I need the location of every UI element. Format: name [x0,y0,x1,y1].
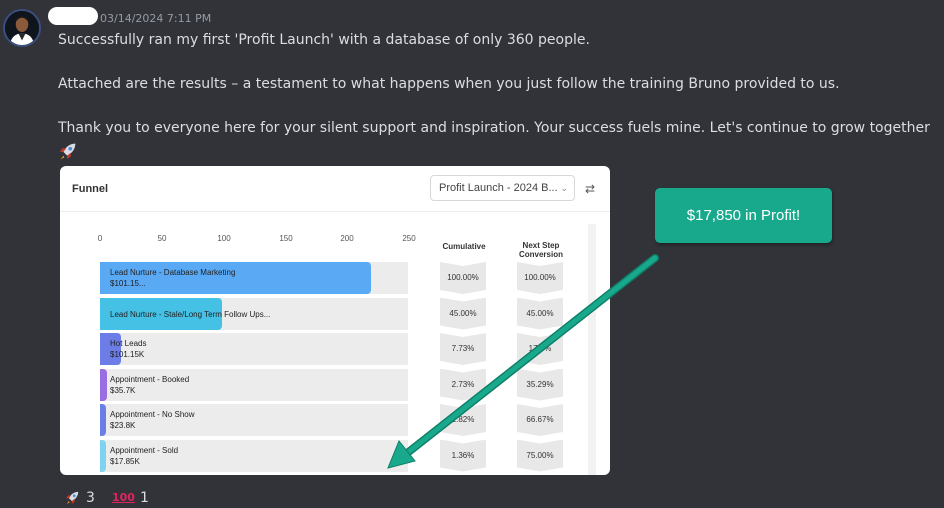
funnel-bar [100,439,106,472]
stage-name: Hot Leads [110,339,147,348]
hundred-points-icon: 100 [112,491,135,504]
stage-value: $17.85K [110,456,140,466]
message-timestamp: 03/14/2024 7:11 PM [100,12,212,25]
rocket-icon [66,491,79,504]
axis-tick: 0 [97,234,103,243]
cumulative-header: Cumulative [442,242,486,251]
reaction-rocket[interactable]: 3 [64,487,95,508]
stage-name: Appointment - Sold [110,445,179,455]
next-step-header-line: Conversion [518,250,563,259]
stage-name: Appointment - Booked [110,374,190,384]
stage-name: Appointment - No Show [110,410,195,419]
reaction-hundred[interactable]: 100 1 [112,487,149,508]
funnel-stage-label: Appointment - No Show $23.8K [110,409,195,431]
reaction-count: 3 [86,489,95,506]
scrollbar[interactable] [588,224,596,475]
funnel-select-dropdown: Profit Launch - 2024 B... ⌄ [430,175,575,201]
cumulative-cell: 7.73% [440,333,486,365]
rocket-icon [59,143,76,160]
funnel-stage-label: Lead Nurture - Database Marketing $101.15… [110,267,235,289]
next-step-cell: 66.67% [517,404,563,436]
axis-tick: 100 [217,234,231,243]
funnel-stage-label: Hot Leads $101.15K [110,338,146,360]
cumulative-cell: 1.36% [440,440,486,472]
cumulative-cell: 100.00% [440,262,486,294]
axis-tick: 50 [157,234,167,243]
cumulative-cell: 2.73% [440,369,486,401]
user-avatar[interactable] [3,9,41,47]
next-step-cell: 45.00% [517,298,563,330]
stage-value: $23.8K [110,421,136,430]
funnel-bar [100,404,106,436]
reaction-count: 1 [139,489,149,506]
funnel-stage-label: Lead Nurture - Stale/Long Term Follow Up… [110,309,270,320]
axis-tick: 150 [279,234,293,243]
stage-value: $101.15... [110,279,146,288]
swap-icon: ⇄ [585,182,596,196]
funnel-stage-label: Appointment - Sold $17.85K [110,445,178,467]
username-redacted[interactable] [48,7,98,25]
next-step-cell: 75.00% [517,440,563,472]
axis-tick: 250 [402,234,416,243]
funnel-title: Funnel [72,183,109,195]
profit-callout: $17,850 in Profit! [655,188,832,243]
funnel-bar [100,368,108,401]
stage-name: Lead Nurture - Database Marketing [110,268,236,277]
next-step-cell: 35.29% [517,369,563,401]
cumulative-cell: 1.82% [440,404,486,436]
funnel-attachment-image[interactable]: Funnel Profit Launch - 2024 B... ⌄ ⇄ 0 5… [60,166,610,475]
message-line-1: Successfully ran my first 'Profit Launch… [58,32,590,48]
chevron-down-icon: ⌄ [560,183,568,193]
message-line-3: Thank you to everyone here for your sile… [58,120,930,136]
stage-value: $101.15K [110,350,145,359]
next-step-header-line: Next Step [522,241,560,250]
cumulative-cell: 45.00% [440,298,486,330]
axis-tick: 200 [340,234,354,243]
next-step-cell: 17.7% [517,333,563,365]
message-line-2: Attached are the results – a testament t… [58,76,840,92]
funnel-stage-label: Appointment - Booked $35.7K [110,374,189,396]
divider [60,211,610,212]
stage-value: $35.7K [110,385,136,395]
next-step-header: Next Step Conversion [511,241,571,259]
next-step-cell: 100.00% [517,262,563,294]
funnel-select-value: Profit Launch - 2024 B... [439,182,558,194]
stage-name: Lead Nurture - Stale/Long Term Follow Up… [110,309,271,319]
